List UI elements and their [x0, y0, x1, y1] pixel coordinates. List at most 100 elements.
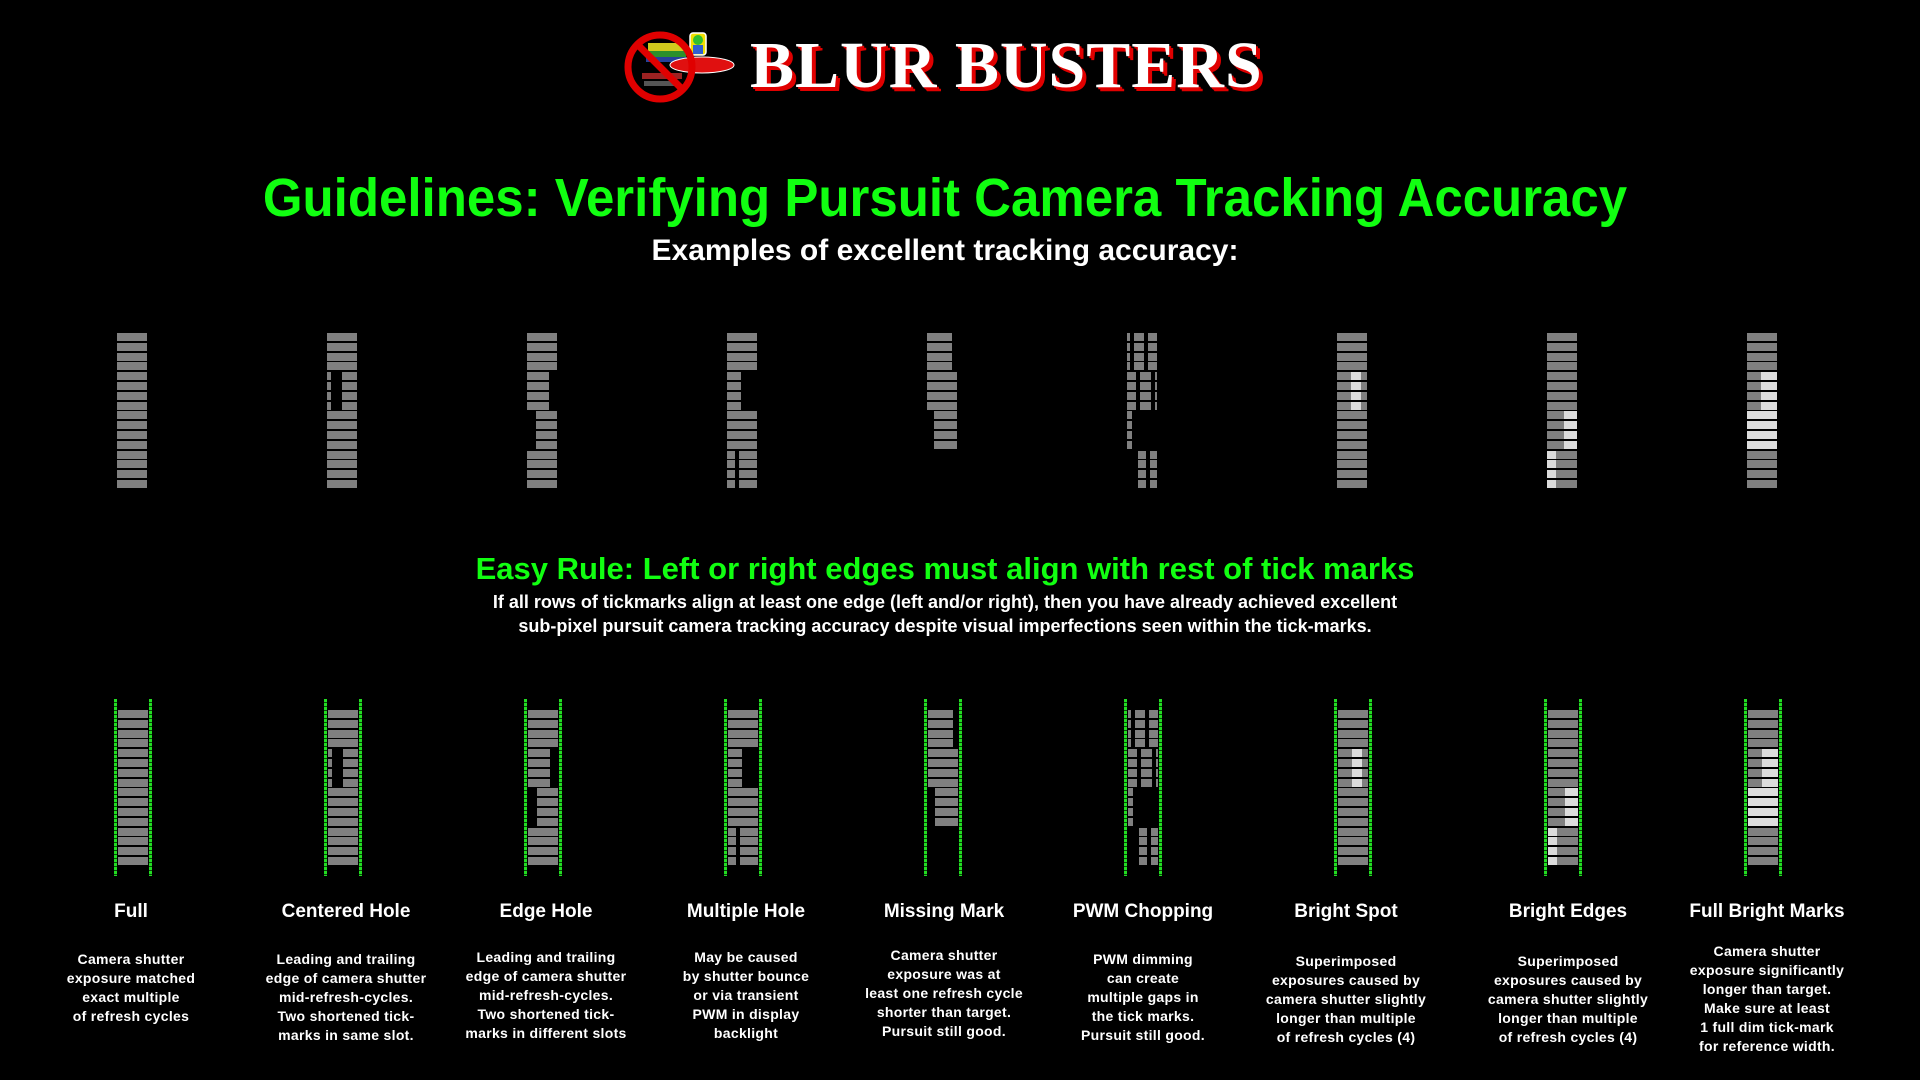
- tick-mark: [1338, 808, 1368, 816]
- tick-segment-dim: [327, 402, 331, 410]
- tick-segment-dim: [1138, 470, 1146, 478]
- tick-mark: [1127, 441, 1157, 449]
- tick-segment-bright: [1747, 431, 1777, 439]
- tick-mark: [1337, 470, 1367, 478]
- tick-mark: [1128, 730, 1158, 738]
- tick-segment-bright: [1564, 421, 1577, 429]
- tick-segment-bright: [1747, 421, 1777, 429]
- description-line: of refresh cycles: [72, 1008, 190, 1024]
- tick-segment-bright: [1547, 451, 1556, 459]
- tick-mark: [117, 333, 147, 341]
- tick-segment-dim: [1148, 333, 1157, 341]
- tick-mark: [1338, 828, 1368, 836]
- tick-mark: [1128, 759, 1158, 767]
- tick-segment-dim: [1747, 372, 1761, 380]
- tick-mark: [117, 392, 147, 400]
- tick-mark: [1338, 710, 1368, 718]
- tick-mark: [1548, 759, 1578, 767]
- tick-mark: [327, 333, 357, 341]
- tick-segment-dim: [1141, 779, 1152, 787]
- tick-segment-dim: [934, 441, 957, 449]
- tick-segment-dim: [1127, 441, 1132, 449]
- description-line: Superimposed: [1295, 953, 1397, 969]
- tick-mark: [1548, 847, 1578, 855]
- example-description-full-bright-marks: Camera shutter exposure significantly long…: [1647, 942, 1887, 1056]
- tick-segment-dim: [927, 372, 957, 380]
- tick-mark: [1748, 730, 1778, 738]
- tick-segment-dim: [728, 710, 758, 718]
- tick-segment-dim: [1747, 362, 1777, 370]
- tick-segment-dim: [1547, 362, 1577, 370]
- tick-mark: [1547, 431, 1577, 439]
- tick-segment-dim: [1747, 333, 1777, 341]
- tick-mark: [1128, 798, 1158, 806]
- tick-segment-dim: [328, 798, 358, 806]
- tick-segment-dim: [117, 353, 147, 361]
- tick-column-full-bright-marks: [1747, 333, 1777, 490]
- tick-mark: [118, 818, 148, 826]
- tick-segment-bright: [1762, 779, 1778, 787]
- tick-mark: [527, 421, 557, 429]
- tick-segment-dim: [1338, 818, 1368, 826]
- tick-segment-dim: [1338, 837, 1368, 845]
- tick-mark: [528, 847, 558, 855]
- tick-segment-dim: [1338, 788, 1368, 796]
- tick-segment-dim: [1128, 720, 1131, 728]
- tick-mark: [1128, 837, 1158, 845]
- tick-segment-dim: [934, 431, 957, 439]
- tick-mark: [727, 343, 757, 351]
- tick-segment-dim: [928, 769, 958, 777]
- tick-segment-dim: [1338, 847, 1368, 855]
- tick-mark: [327, 480, 357, 488]
- tick-mark: [1127, 343, 1157, 351]
- tick-segment-dim: [1128, 808, 1133, 816]
- tick-segment-dim: [1127, 362, 1130, 370]
- tick-segment-dim: [1338, 759, 1352, 767]
- tick-segment-dim: [1747, 451, 1777, 459]
- tick-segment-dim: [342, 382, 357, 390]
- tick-mark: [1548, 828, 1578, 836]
- tick-segment-dim: [1338, 749, 1352, 757]
- tick-segment-dim: [1747, 392, 1761, 400]
- tick-segment-dim: [727, 411, 757, 419]
- tick-segment-dim: [328, 837, 358, 845]
- tick-column-bright-spot: [1338, 710, 1368, 867]
- tick-mark: [1127, 421, 1157, 429]
- tick-segment-dim: [1557, 837, 1578, 845]
- description-line: exposure significantly: [1689, 962, 1845, 978]
- tick-mark: [727, 333, 757, 341]
- tick-segment-dim: [1547, 421, 1564, 429]
- tick-segment-dim: [1748, 720, 1778, 728]
- tick-segment-dim: [328, 857, 358, 865]
- tick-segment-dim: [1337, 362, 1367, 370]
- tick-segment-dim: [1747, 402, 1761, 410]
- tick-segment-dim: [927, 392, 957, 400]
- right-edge-guide: [359, 699, 362, 876]
- tick-segment-dim: [117, 392, 147, 400]
- tick-segment-dim: [1362, 749, 1368, 757]
- tick-segment-dim: [527, 333, 557, 341]
- left-edge-guide: [724, 699, 727, 876]
- tick-mark: [328, 857, 358, 865]
- tick-segment-dim: [527, 470, 557, 478]
- tick-segment-dim: [527, 460, 557, 468]
- tick-segment-dim: [728, 739, 758, 747]
- tick-segment-dim: [728, 779, 742, 787]
- tick-mark: [527, 362, 557, 370]
- tick-segment-dim: [727, 333, 757, 341]
- tick-segment-dim: [327, 421, 357, 429]
- tick-segment-dim: [528, 730, 558, 738]
- tick-column-bright-spot: [1337, 333, 1367, 490]
- description-line: exposures caused by: [1271, 972, 1421, 988]
- tick-segment-bright: [1762, 769, 1778, 777]
- tick-column-full-bright-marks: [1748, 710, 1778, 867]
- tick-segment-dim: [1138, 460, 1146, 468]
- tick-mark: [728, 837, 758, 845]
- tick-column-centered-hole: [327, 333, 357, 490]
- tick-mark: [118, 710, 148, 718]
- tick-segment-dim: [1747, 353, 1777, 361]
- tick-segment-dim: [739, 460, 757, 468]
- tick-segment-dim: [118, 779, 148, 787]
- tick-mark: [1338, 739, 1368, 747]
- tick-segment-dim: [927, 333, 952, 341]
